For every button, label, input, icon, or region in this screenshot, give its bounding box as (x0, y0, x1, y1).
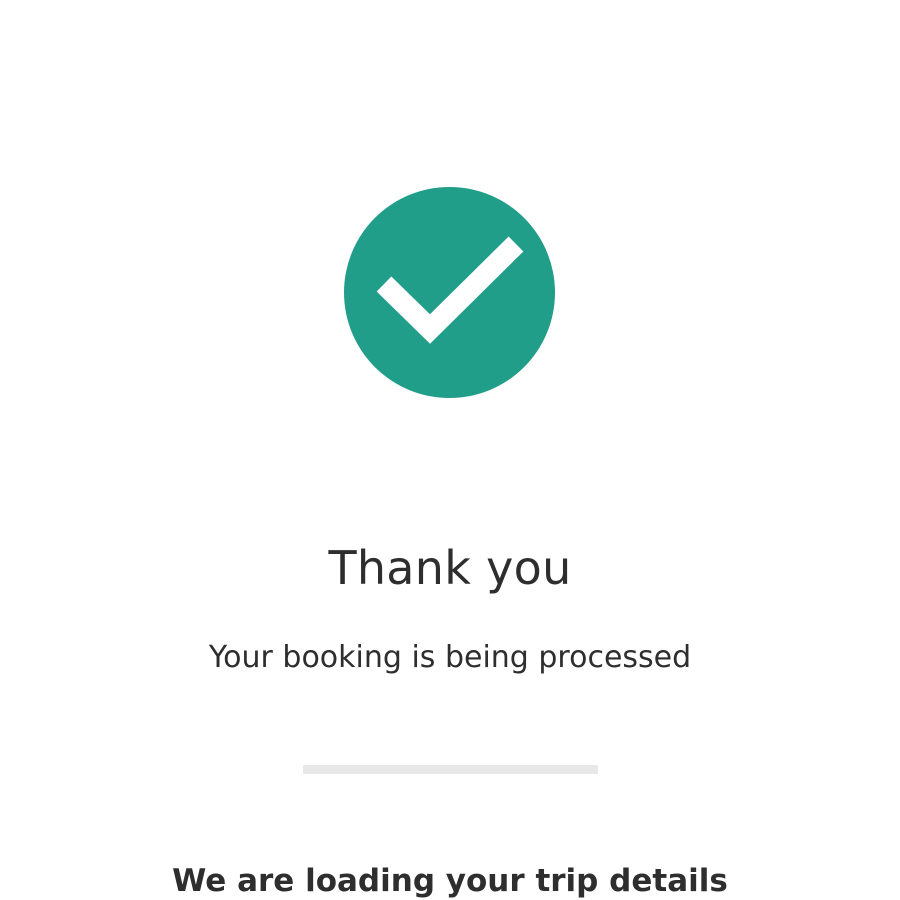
loading-progress-bar (303, 765, 598, 774)
checkmark-icon (376, 236, 524, 344)
loading-message: We are loading your trip details (172, 863, 728, 899)
success-badge (344, 187, 555, 398)
confirmation-title: Thank you (328, 541, 572, 595)
booking-confirmation-screen: Thank you Your booking is being processe… (0, 0, 900, 900)
confirmation-subtitle: Your booking is being processed (208, 640, 692, 675)
